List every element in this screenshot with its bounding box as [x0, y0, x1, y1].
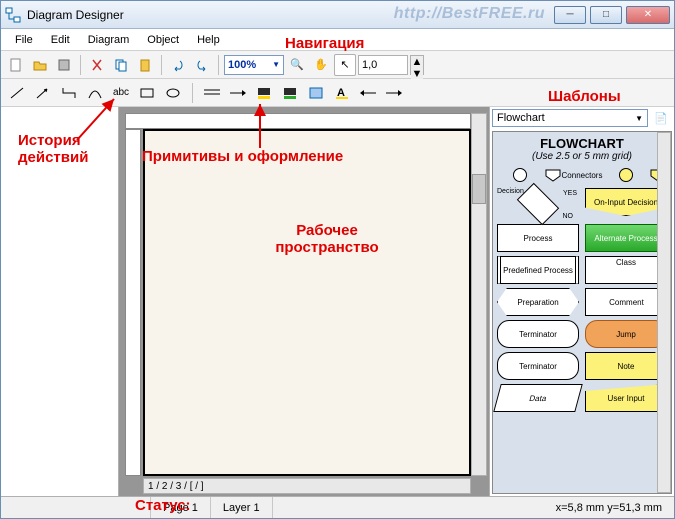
gradient-tool[interactable] [280, 84, 300, 102]
drawing-canvas[interactable] [143, 129, 471, 476]
image-tool[interactable] [306, 84, 326, 102]
connector-circle-y[interactable] [619, 168, 633, 182]
maximize-button[interactable]: □ [590, 6, 622, 24]
undo-button[interactable] [167, 54, 189, 76]
shape-on-input[interactable]: On-Input Decision [585, 188, 667, 216]
pointer-icon[interactable]: ↖ [334, 54, 356, 76]
status-page: Page 1 [151, 497, 211, 518]
page-tabs[interactable]: 1 / 2 / 3 / [ / ] [148, 481, 204, 492]
app-icon [5, 7, 21, 23]
shape-user-input[interactable]: User Input [585, 384, 667, 412]
arrow-end-left[interactable] [358, 84, 378, 102]
line-end-tool[interactable] [228, 84, 248, 102]
main-window: Diagram Designer ─ □ ✕ File Edit Diagram… [0, 0, 675, 519]
arrow-tool[interactable] [33, 84, 53, 102]
pan-icon[interactable]: ✋ [310, 54, 332, 76]
horizontal-scrollbar[interactable]: 1 / 2 / 3 / [ / ] [143, 478, 471, 494]
close-button[interactable]: ✕ [626, 6, 670, 24]
horizontal-ruler [125, 113, 471, 129]
cut-button[interactable] [86, 54, 108, 76]
menu-file[interactable]: File [7, 32, 41, 48]
watermark: http://BestFREE.ru [394, 5, 545, 23]
shape-prep[interactable]: Preparation [497, 288, 579, 316]
shape-process[interactable]: Process [497, 224, 579, 252]
arrow-end-right[interactable] [384, 84, 404, 102]
redo-button[interactable] [191, 54, 213, 76]
status-coords: x=5,8 mm y=51,3 mm [544, 497, 674, 518]
shape-comment[interactable]: Comment [585, 288, 667, 316]
minimize-button[interactable]: ─ [554, 6, 586, 24]
main-toolbar: 100%▼ 🔍 ✋ ↖ 1,0 ▲▼ [1, 51, 674, 79]
shapes-toolbar: abc A [1, 79, 674, 107]
save-button[interactable] [53, 54, 75, 76]
menubar: File Edit Diagram Object Help [1, 29, 674, 51]
menu-diagram[interactable]: Diagram [80, 32, 138, 48]
templates-scrollbar[interactable] [657, 132, 671, 493]
new-button[interactable] [5, 54, 27, 76]
content-area: 1 / 2 / 3 / [ / ] Flowchart▼ 📄 FLOWCHART… [1, 107, 674, 496]
zoom-out-icon[interactable]: 🔍 [286, 54, 308, 76]
connector-circle[interactable] [513, 168, 527, 182]
text-color-tool[interactable]: A [332, 84, 352, 102]
line-style-tool[interactable] [202, 84, 222, 102]
template-shapes: FLOWCHART (Use 2.5 or 5 mm grid) Connect… [492, 131, 672, 494]
line-weight-combo[interactable]: 1,0 [358, 55, 408, 75]
vertical-scrollbar[interactable] [471, 113, 487, 476]
line-weight-spinner[interactable]: ▲▼ [410, 55, 424, 75]
shape-data[interactable]: Data [493, 384, 583, 412]
menu-help[interactable]: Help [189, 32, 228, 48]
line-tool[interactable] [7, 84, 27, 102]
vertical-ruler [125, 129, 141, 476]
history-panel[interactable] [1, 107, 119, 496]
templates-panel: Flowchart▼ 📄 FLOWCHART (Use 2.5 or 5 mm … [489, 107, 674, 496]
menu-object[interactable]: Object [139, 32, 187, 48]
copy-button[interactable] [110, 54, 132, 76]
fill-color-tool[interactable] [254, 84, 274, 102]
status-layer: Layer 1 [211, 497, 273, 518]
paste-button[interactable] [134, 54, 156, 76]
template-select[interactable]: Flowchart▼ [492, 109, 648, 127]
zoom-combo[interactable]: 100%▼ [224, 55, 284, 75]
shape-term1[interactable]: Terminator [497, 320, 579, 348]
open-button[interactable] [29, 54, 51, 76]
canvas-area: 1 / 2 / 3 / [ / ] [119, 107, 489, 496]
titlebar[interactable]: Diagram Designer ─ □ ✕ [1, 1, 674, 29]
menu-edit[interactable]: Edit [43, 32, 78, 48]
text-tool[interactable]: abc [111, 84, 131, 102]
shape-note[interactable]: Note [585, 352, 667, 380]
ellipse-tool[interactable] [163, 84, 183, 102]
shape-jump[interactable]: Jump [585, 320, 667, 348]
shape-term2[interactable]: Terminator [497, 352, 579, 380]
shape-class[interactable]: Class [585, 256, 667, 284]
statusbar: Page 1 Layer 1 x=5,8 mm y=51,3 mm [1, 496, 674, 518]
connector-tool[interactable] [59, 84, 79, 102]
shape-predef[interactable]: Predefined Process [497, 256, 579, 284]
template-options-icon[interactable]: 📄 [650, 107, 672, 129]
connector-shield[interactable] [544, 168, 562, 182]
rect-tool[interactable] [137, 84, 157, 102]
shape-alt-process[interactable]: Alternate Process [585, 224, 667, 252]
curve-tool[interactable] [85, 84, 105, 102]
